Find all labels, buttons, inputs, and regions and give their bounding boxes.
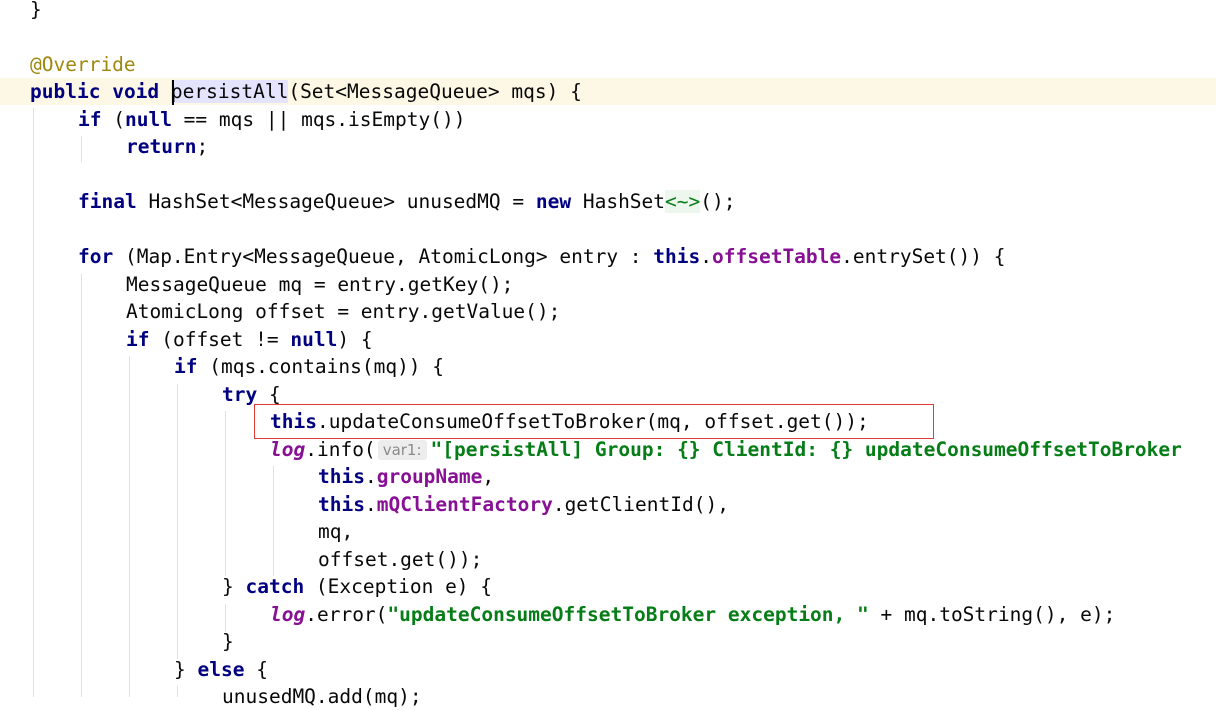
field-name[interactable]: offsetTable <box>712 245 841 268</box>
keyword: null <box>124 108 172 131</box>
code-line[interactable]: this.groupName, <box>0 463 1216 490</box>
code-line-annotation[interactable]: @Override <box>0 51 1216 78</box>
keyword: this <box>653 245 701 268</box>
code-text: (Map.Entry<MessageQueue, AtomicLong> ent… <box>113 245 654 268</box>
static-field[interactable]: log <box>270 603 305 626</box>
code-line[interactable]: } catch (Exception e) { <box>0 573 1216 600</box>
keyword: if <box>126 328 150 351</box>
keyword: if <box>174 355 198 378</box>
code-text: HashSet <box>571 190 666 213</box>
code-text: . <box>364 493 377 516</box>
keyword: final <box>78 190 137 213</box>
code-text: ) { <box>337 328 373 351</box>
code-line[interactable]: return; <box>0 133 1216 160</box>
string-literal: "[persistAll] Group: {} ClientId: {} upd… <box>430 438 1182 461</box>
highlight-box <box>254 404 934 439</box>
code-text: { <box>257 383 281 406</box>
keyword: else <box>197 658 245 681</box>
code-text: , <box>482 465 495 488</box>
code-text: (Set<MessageQueue> mqs) { <box>288 80 582 103</box>
keyword: for <box>78 245 114 268</box>
keyword: if <box>78 108 102 131</box>
code-text: . <box>700 245 712 268</box>
keyword: try <box>222 383 258 406</box>
code-line[interactable]: mq, <box>0 518 1216 545</box>
code-text: ( <box>101 108 125 131</box>
keyword: return <box>126 135 197 158</box>
code-line[interactable]: log.info(var1: "[persistAll] Group: {} Cl… <box>0 436 1216 463</box>
code-text: { <box>244 658 268 681</box>
string-literal: "updateConsumeOffsetToBroker exception, … <box>387 603 869 626</box>
code-text: ; <box>196 135 209 158</box>
code-line-current[interactable]: public void persistAll(Set<MessageQueue>… <box>0 78 1216 105</box>
code-line[interactable]: AtomicLong offset = entry.getValue(); <box>0 298 1216 325</box>
code-text: .info( <box>305 438 376 461</box>
code-text: . <box>364 465 377 488</box>
code-line[interactable]: } <box>0 0 1216 23</box>
field-name[interactable]: mQClientFactory <box>377 493 553 516</box>
code-text: } <box>174 658 198 681</box>
keyword: this <box>318 465 365 488</box>
keyword: public <box>30 80 101 103</box>
method-name[interactable]: persistAll <box>170 80 289 103</box>
code-text: .entrySet()) { <box>841 245 1006 268</box>
keyword: new <box>535 190 572 213</box>
code-text: (Exception e) { <box>304 575 493 598</box>
code-line[interactable]: if (null == mqs || mqs.isEmpty()) <box>0 106 1216 133</box>
code-line[interactable]: final HashSet<MessageQueue> unusedMQ = n… <box>0 188 1216 215</box>
code-line[interactable]: if (offset != null) { <box>0 326 1216 353</box>
code-text: .getClientId(), <box>552 493 729 516</box>
code-text: + mq.toString(), e); <box>868 603 1116 626</box>
code-line[interactable]: this.mQClientFactory.getClientId(), <box>0 491 1216 518</box>
code-line[interactable]: log.error("updateConsumeOffsetToBroker e… <box>0 601 1216 628</box>
field-name[interactable]: groupName <box>377 465 483 488</box>
keyword: this <box>318 493 365 516</box>
diamond-fold[interactable]: <~> <box>665 190 701 213</box>
text-caret <box>172 80 174 105</box>
code-text: (); <box>700 190 736 213</box>
parameter-hint: var1: <box>377 440 427 460</box>
code-text: } <box>222 575 246 598</box>
code-line[interactable]: offset.get()); <box>0 546 1216 573</box>
code-text: (mqs.contains(mq)) { <box>197 355 445 378</box>
static-field[interactable]: log <box>270 438 305 461</box>
keyword: null <box>290 328 338 351</box>
code-line[interactable]: } <box>0 628 1216 655</box>
code-text: == mqs || mqs.isEmpty()) <box>171 108 466 131</box>
code-text: (offset != <box>149 328 291 351</box>
keyword: catch <box>245 575 305 598</box>
code-line[interactable]: for (Map.Entry<MessageQueue, AtomicLong>… <box>0 243 1216 270</box>
code-editor[interactable]: } @Override public void persistAll(Set<M… <box>0 0 1216 708</box>
code-line[interactable]: if (mqs.contains(mq)) { <box>0 353 1216 380</box>
code-text: HashSet<MessageQueue> unusedMQ = <box>136 190 536 213</box>
code-line[interactable]: } else { <box>0 656 1216 683</box>
code-text: .error( <box>305 603 388 626</box>
code-line[interactable]: MessageQueue mq = entry.getKey(); <box>0 271 1216 298</box>
keyword: void <box>112 80 160 103</box>
